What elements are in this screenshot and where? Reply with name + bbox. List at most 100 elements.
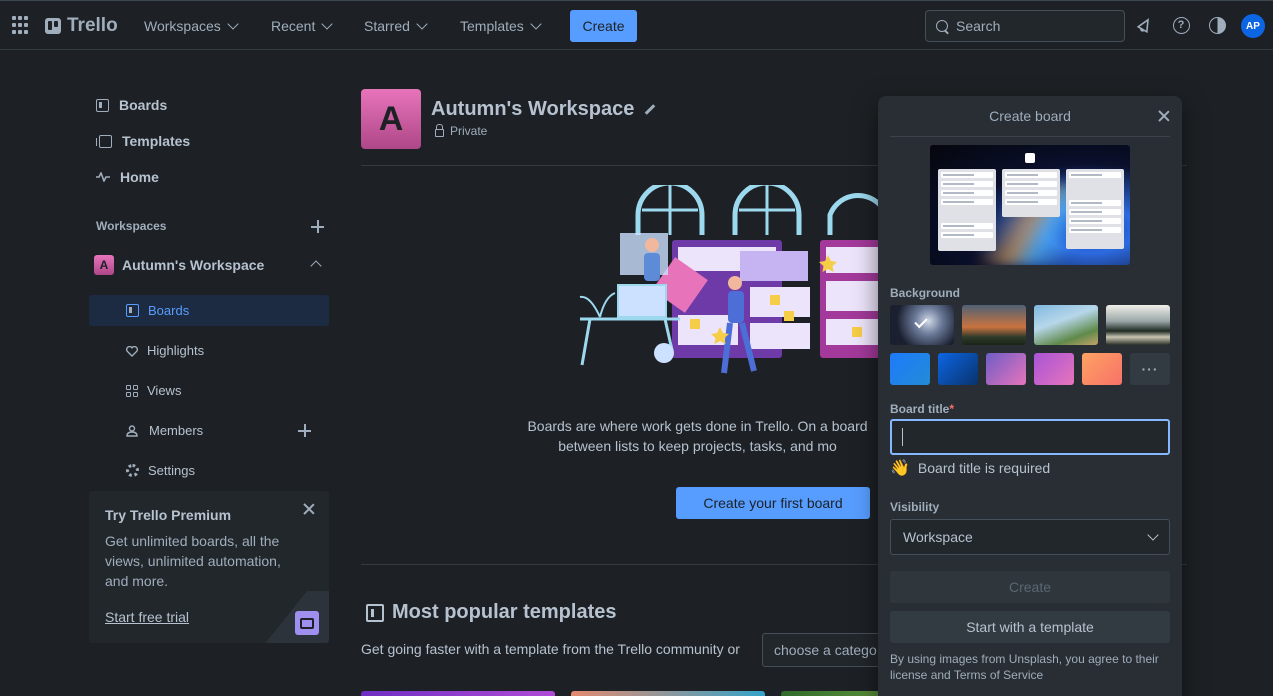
board-preview <box>930 145 1130 265</box>
background-color-blue[interactable] <box>890 353 930 385</box>
background-color-dark-blue[interactable] <box>938 353 978 385</box>
search-icon <box>936 20 948 32</box>
nav-templates-label: Templates <box>460 18 524 34</box>
app-switcher-icon[interactable] <box>12 16 30 34</box>
sidebar-item-workspace-boards[interactable]: Boards <box>126 303 189 318</box>
notifications-icon[interactable] <box>1135 15 1155 35</box>
nav-recent-label: Recent <box>271 18 316 34</box>
create-board-popover: Create board Background ··· Board title*… <box>878 96 1182 696</box>
nav-templates[interactable]: Templates <box>460 16 542 36</box>
background-photo-lake-forest[interactable] <box>1106 305 1170 345</box>
more-backgrounds-button[interactable]: ··· <box>1130 353 1170 385</box>
divider <box>890 136 1170 137</box>
top-bar: Trello Workspaces Recent Starred Templat… <box>0 0 1273 50</box>
unsplash-notice: By using images from Unsplash, you agree… <box>890 652 1159 682</box>
sidebar-item-home[interactable]: Home <box>96 169 159 185</box>
close-popover-button[interactable] <box>1158 110 1170 122</box>
start-free-trial-link[interactable]: Start free trial <box>105 609 189 625</box>
sidebar-item-views[interactable]: Views <box>126 383 181 398</box>
nav-starred[interactable]: Starred <box>364 16 428 36</box>
sidebar-item-boards[interactable]: Boards <box>96 97 167 113</box>
background-color-purple[interactable] <box>986 353 1026 385</box>
workspace-badge: A <box>94 255 114 275</box>
template-thumbnail[interactable] <box>571 691 765 696</box>
search-input[interactable] <box>956 18 1116 34</box>
popover-title: Create board <box>989 108 1071 124</box>
help-icon: ? <box>1172 16 1190 34</box>
workspace-toggle[interactable]: A Autumn's Workspace <box>94 255 264 275</box>
lock-icon <box>435 123 444 137</box>
category-select[interactable]: choose a catego <box>762 633 892 667</box>
theme-toggle[interactable] <box>1207 15 1227 35</box>
required-mark: * <box>949 402 955 416</box>
templates-subtitle: Get going faster with a template from th… <box>361 641 740 657</box>
sidebar-item-label: Highlights <box>147 343 205 358</box>
premium-text: Get unlimited boards, all the views, unl… <box>105 533 281 589</box>
template-thumbnail[interactable] <box>361 691 555 696</box>
create-board-submit-button[interactable]: Create <box>890 571 1170 603</box>
search-box[interactable] <box>925 10 1125 42</box>
visibility-value: Workspace <box>903 529 973 545</box>
premium-card: Try Trello Premium Get unlimited boards,… <box>89 491 329 643</box>
create-button[interactable]: Create <box>570 10 637 42</box>
gear-icon <box>126 464 139 477</box>
template-thumbnail[interactable] <box>781 691 881 696</box>
briefcase-icon <box>295 611 319 635</box>
sidebar-item-label: Views <box>147 383 182 398</box>
trello-logo[interactable]: Trello <box>45 15 118 37</box>
premium-title: Try Trello Premium <box>105 507 232 523</box>
background-photo-abstract-glass[interactable] <box>890 305 954 345</box>
sidebar-item-members[interactable]: Members <box>126 423 203 438</box>
nav-starred-label: Starred <box>364 18 410 34</box>
sidebar-item-label: Boards <box>148 303 190 318</box>
boards-description: Boards are where work gets done in Trell… <box>515 416 880 456</box>
workspace-title-text: Autumn's Workspace <box>431 98 635 120</box>
templates-heading-text: Most popular templates <box>392 601 617 623</box>
board-title-label-text: Board title <box>890 402 950 416</box>
board-title-input[interactable] <box>890 419 1170 455</box>
text-cursor <box>902 428 903 446</box>
avatar[interactable]: AP <box>1241 14 1265 38</box>
chevron-down-icon <box>416 17 428 30</box>
help-button[interactable]: ? <box>1171 15 1191 35</box>
close-icon <box>1158 110 1170 122</box>
add-workspace-icon[interactable] <box>311 220 324 233</box>
chevron-down-icon <box>321 17 334 30</box>
background-color-violet[interactable] <box>1034 353 1074 385</box>
chevron-down-icon <box>530 17 542 30</box>
members-icon <box>126 424 140 437</box>
preview-list <box>938 169 996 251</box>
sidebar-item-highlights[interactable]: Highlights <box>126 343 204 358</box>
close-premium-button[interactable] <box>303 503 315 515</box>
background-color-orange[interactable] <box>1082 353 1122 385</box>
sidebar-item-settings[interactable]: Settings <box>126 463 195 478</box>
visibility-label: Visibility <box>890 500 940 514</box>
sidebar-item-templates[interactable]: Templates <box>96 133 190 149</box>
nav-workspaces-label: Workspaces <box>144 18 221 34</box>
nav-recent[interactable]: Recent <box>271 16 334 36</box>
heart-icon <box>126 345 138 357</box>
preview-list <box>1002 169 1060 217</box>
boards-description-line-1: Boards are where work gets done in Trell… <box>527 418 868 434</box>
edit-icon[interactable] <box>645 104 656 115</box>
visibility-select[interactable]: Workspace <box>890 519 1170 555</box>
wave-icon: 👋 <box>890 460 910 477</box>
nav-workspaces[interactable]: Workspaces <box>144 16 239 36</box>
sidebar-item-label: Settings <box>148 463 195 478</box>
workspace-title: Autumn's Workspace <box>431 98 656 121</box>
sidebar-item-label: Home <box>120 169 159 185</box>
start-with-template-button[interactable]: Start with a template <box>890 611 1170 643</box>
trello-logo-icon <box>1025 153 1035 163</box>
workspace-logo: A <box>361 89 421 149</box>
activity-icon <box>96 172 110 182</box>
trello-logo-text: Trello <box>67 15 118 36</box>
background-photo-mountain-sunset[interactable] <box>962 305 1026 345</box>
background-photo-palm-tree[interactable] <box>1034 305 1098 345</box>
create-first-board-button[interactable]: Create your first board <box>676 487 870 519</box>
sidebar-item-label: Boards <box>119 97 168 113</box>
background-label: Background <box>890 286 961 300</box>
required-message-text: Board title is required <box>917 460 1051 476</box>
grid-icon <box>126 384 138 397</box>
chevron-up-icon[interactable] <box>310 260 322 272</box>
add-member-icon[interactable] <box>298 424 311 437</box>
